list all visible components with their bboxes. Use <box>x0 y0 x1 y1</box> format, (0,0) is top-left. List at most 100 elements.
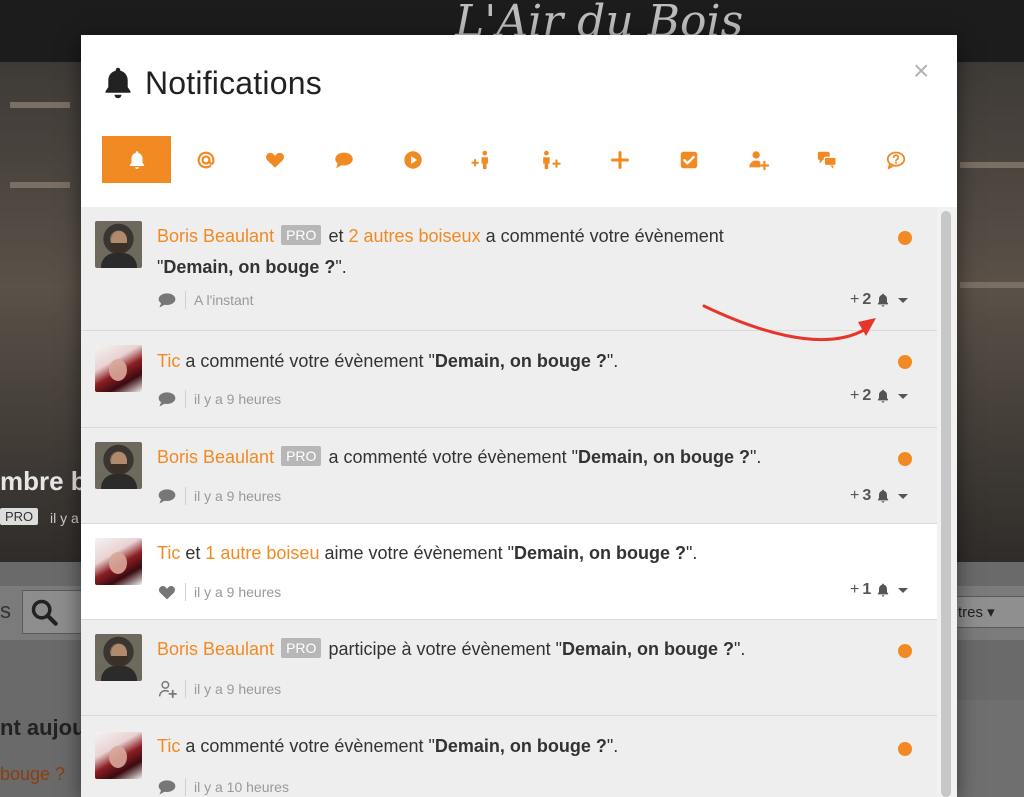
comment-icon <box>158 293 176 308</box>
tab-comments[interactable] <box>309 136 378 183</box>
notification-text: Boris Beaulant PRO a commenté votre évèn… <box>157 446 762 467</box>
bell-icon <box>878 583 889 597</box>
notification-time: il y a 9 heures <box>194 488 282 504</box>
notifications-modal: Notifications × Boris Beaulant PRO et 2 … <box>81 35 957 797</box>
chevron-down-icon <box>898 493 909 499</box>
notification-item[interactable]: Tic et 1 autre boiseu aime votre évèneme… <box>81 524 937 620</box>
search-icon <box>30 598 58 633</box>
event-link[interactable]: Demain, on bouge ? <box>435 351 607 371</box>
tab-plays[interactable] <box>378 136 447 183</box>
tab-mentions[interactable] <box>171 136 240 183</box>
event-link[interactable]: bouge ? <box>0 764 65 785</box>
event-link[interactable]: Demain, on bouge ? <box>514 543 686 563</box>
avatar[interactable] <box>95 634 142 681</box>
related-notifications-toggle[interactable]: +2 <box>850 291 909 309</box>
related-notifications-toggle[interactable]: +3 <box>850 487 909 505</box>
others-link[interactable]: 1 autre boiseu <box>205 543 319 563</box>
unread-dot[interactable] <box>898 231 912 245</box>
notification-text: Tic a commenté votre évènement "Demain, … <box>157 351 619 371</box>
hero-time: il y a <box>50 510 79 526</box>
avatar[interactable] <box>95 345 142 392</box>
actor-link[interactable]: Boris Beaulant <box>157 447 274 467</box>
user-plus-icon <box>158 680 177 698</box>
close-button[interactable]: × <box>913 57 929 85</box>
heart-icon <box>265 152 284 168</box>
notification-meta: il y a 9 heures <box>157 680 281 698</box>
event-link[interactable]: Demain, on bouge ? <box>578 447 750 467</box>
notification-item[interactable]: Tic a commenté votre évènement "Demain, … <box>81 331 937 428</box>
tab-all[interactable] <box>102 136 171 183</box>
actor-link[interactable]: Tic <box>157 543 180 563</box>
event-link[interactable]: Demain, on bouge ? <box>435 736 607 756</box>
notification-meta: il y a 9 heures <box>157 390 281 408</box>
tab-tasks[interactable] <box>654 136 723 183</box>
unread-dot[interactable] <box>898 452 912 466</box>
modal-header: Notifications × <box>81 35 957 130</box>
notification-item[interactable]: Boris Beaulant PRO et 2 autres boiseux a… <box>81 207 937 331</box>
bell-icon <box>878 293 889 307</box>
actor-link[interactable]: Tic <box>157 736 180 756</box>
notification-meta: A l'instant <box>157 291 254 309</box>
notification-text: Boris Beaulant PRO participe à votre évè… <box>157 638 746 659</box>
notification-meta: il y a 9 heures <box>157 487 281 505</box>
pro-badge: PRO <box>281 446 322 466</box>
side-card <box>950 700 1024 797</box>
play-icon <box>403 150 422 169</box>
notification-filter-tabs <box>102 136 932 183</box>
event-link[interactable]: Demain, on bouge ? <box>163 257 335 277</box>
notification-time: il y a 9 heures <box>194 681 282 697</box>
avatar[interactable] <box>95 442 142 489</box>
comment-icon <box>158 489 176 504</box>
bell-icon <box>129 150 144 169</box>
at-icon <box>197 151 214 168</box>
hero-pro-badge: PRO <box>0 508 39 525</box>
filter-dropdown[interactable]: tres ▾ <box>955 596 1024 628</box>
bell-icon <box>878 389 889 403</box>
person-plus-icon <box>542 150 561 169</box>
notification-meta: il y a 9 heures <box>157 583 281 601</box>
notification-item[interactable]: Boris Beaulant PRO participe à votre évè… <box>81 620 937 716</box>
heart-icon <box>158 586 176 600</box>
tab-followers[interactable] <box>447 136 516 183</box>
actor-link[interactable]: Boris Beaulant <box>157 639 274 659</box>
tab-additions[interactable] <box>585 136 654 183</box>
pro-badge: PRO <box>281 638 322 658</box>
comment-icon <box>158 780 176 795</box>
notification-item[interactable]: Boris Beaulant PRO a commenté votre évèn… <box>81 428 937 524</box>
event-link[interactable]: Demain, on bouge ? <box>562 639 734 659</box>
modal-title: Notifications <box>145 65 322 101</box>
actor-link[interactable]: Boris Beaulant <box>157 226 274 246</box>
checkbox-icon <box>680 151 697 168</box>
speech-bubble-icon <box>334 152 353 168</box>
notification-text: Boris Beaulant PRO et 2 autres boiseux a… <box>157 225 724 277</box>
unread-dot[interactable] <box>898 355 912 369</box>
unread-dot[interactable] <box>898 644 912 658</box>
chevron-down-icon <box>898 393 909 399</box>
avatar[interactable] <box>95 538 142 585</box>
notifications-list: Boris Beaulant PRO et 2 autres boiseux a… <box>81 207 957 797</box>
related-notifications-toggle[interactable]: +1 <box>850 581 909 599</box>
others-link[interactable]: 2 autres boiseux <box>348 226 480 246</box>
chevron-down-icon <box>898 297 909 303</box>
search-row-label: s <box>0 598 11 623</box>
notification-item[interactable]: Tic a commenté votre évènement "Demain, … <box>81 716 937 797</box>
chat-bubbles-icon <box>817 151 837 169</box>
tab-likes[interactable] <box>240 136 309 183</box>
user-plus-icon <box>748 150 769 170</box>
tab-messages[interactable] <box>792 136 861 183</box>
related-notifications-toggle[interactable]: +2 <box>850 387 909 405</box>
tab-participations[interactable] <box>723 136 792 183</box>
avatar[interactable] <box>95 221 142 268</box>
unread-dot[interactable] <box>898 742 912 756</box>
tab-follows[interactable] <box>516 136 585 183</box>
notification-text: Tic et 1 autre boiseu aime votre évèneme… <box>157 543 698 563</box>
avatar[interactable] <box>95 732 142 779</box>
actor-link[interactable]: Tic <box>157 351 180 371</box>
notification-time: il y a 9 heures <box>194 391 282 407</box>
notification-text: Tic a commenté votre évènement "Demain, … <box>157 736 619 756</box>
plus-icon <box>610 150 629 169</box>
notification-time: il y a 9 heures <box>194 584 282 600</box>
tab-questions[interactable] <box>861 136 930 183</box>
notification-time: A l'instant <box>194 292 254 308</box>
comment-icon <box>158 392 176 407</box>
